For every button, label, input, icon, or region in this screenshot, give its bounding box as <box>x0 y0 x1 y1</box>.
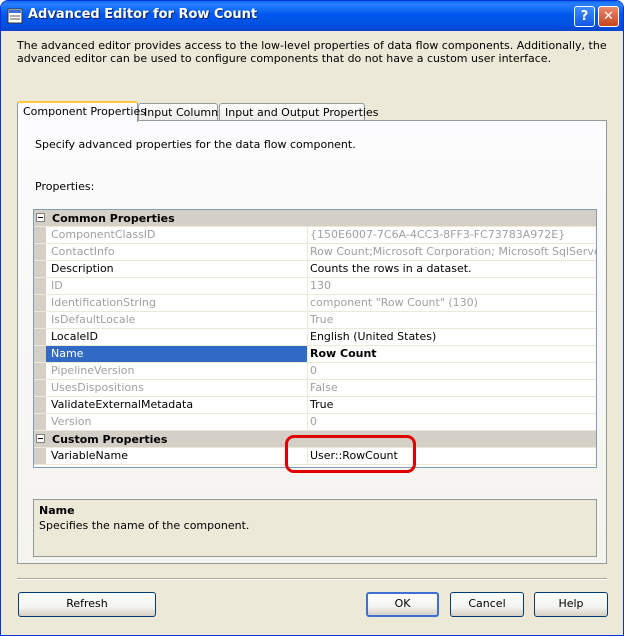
property-name: Name <box>46 346 308 362</box>
category-common-properties[interactable]: Common Properties <box>34 210 596 227</box>
panel-description: Specify advanced properties for the data… <box>35 138 356 151</box>
property-name: ID <box>46 278 308 294</box>
property-name: Description <box>46 261 308 277</box>
variable-name-highlight-annotation <box>285 435 416 473</box>
window-title: Advanced Editor for Row Count <box>28 7 258 22</box>
property-value[interactable]: Row Count <box>308 346 596 362</box>
row-gutter <box>34 278 46 294</box>
property-name: ContactInfo <box>46 244 308 260</box>
ok-button[interactable]: OK <box>366 592 439 617</box>
dataflow-component-icon <box>7 8 23 24</box>
property-row-pipelineversion[interactable]: PipelineVersion 0 <box>34 363 596 380</box>
properties-label: Properties: <box>35 180 95 193</box>
property-name: IdentificationString <box>46 295 308 311</box>
property-name: VariableName <box>46 448 308 464</box>
help-description: Specifies the name of the component. <box>39 519 250 532</box>
property-row-identificationstring[interactable]: IdentificationString component "Row Coun… <box>34 295 596 312</box>
close-icon: ✕ <box>603 9 614 24</box>
property-row-version[interactable]: Version 0 <box>34 414 596 431</box>
property-name: UsesDispositions <box>46 380 308 396</box>
collapse-minus-icon[interactable] <box>36 213 45 222</box>
property-name: PipelineVersion <box>46 363 308 379</box>
property-value[interactable]: English (United States) <box>308 329 596 345</box>
property-value: False <box>310 381 338 394</box>
property-name: Version <box>46 414 308 430</box>
tab-input-columns[interactable]: Input Columns <box>138 103 224 121</box>
property-value: 0 <box>310 364 317 377</box>
row-gutter <box>34 448 46 464</box>
property-row-description[interactable]: Description Counts the rows in a dataset… <box>34 261 596 278</box>
property-name: IsDefaultLocale <box>46 312 308 328</box>
advanced-editor-window: Advanced Editor for Row Count ? ✕ The ad… <box>0 0 624 636</box>
cancel-button[interactable]: Cancel <box>450 592 524 617</box>
row-gutter <box>34 397 46 413</box>
collapse-minus-icon[interactable] <box>36 434 45 443</box>
row-gutter <box>34 346 46 362</box>
property-value: {150E6007-7C6A-4CC3-8FF3-FC73783A972E} <box>310 228 566 241</box>
row-gutter <box>34 380 46 396</box>
property-help-box: Name Specifies the name of the component… <box>33 499 597 557</box>
help-title: Name <box>39 504 75 517</box>
property-row-localeid[interactable]: LocaleID English (United States) <box>34 329 596 346</box>
property-row-componentclassid[interactable]: ComponentClassID {150E6007-7C6A-4CC3-8FF… <box>34 227 596 244</box>
property-grid[interactable]: Common Properties ComponentClassID {150E… <box>33 209 597 468</box>
property-value[interactable]: Counts the rows in a dataset. <box>308 261 596 277</box>
title-bar[interactable]: Advanced Editor for Row Count ? ✕ <box>1 1 623 31</box>
property-value[interactable]: True <box>308 397 596 413</box>
tab-component-properties[interactable]: Component Properties <box>17 101 146 122</box>
property-row-name[interactable]: Name Row Count <box>34 346 596 363</box>
row-gutter <box>34 227 46 243</box>
button-separator <box>17 578 607 580</box>
row-gutter <box>34 414 46 430</box>
refresh-button[interactable]: Refresh <box>18 592 156 617</box>
row-gutter <box>34 261 46 277</box>
row-gutter <box>34 312 46 328</box>
property-value: 130 <box>310 279 331 292</box>
property-row-id[interactable]: ID 130 <box>34 278 596 295</box>
row-gutter <box>34 295 46 311</box>
component-properties-panel: Specify advanced properties for the data… <box>17 120 607 564</box>
tab-input-output-properties[interactable]: Input and Output Properties <box>219 103 378 121</box>
help-icon: ? <box>580 9 589 24</box>
property-row-validateexternalmetadata[interactable]: ValidateExternalMetadata True <box>34 397 596 414</box>
property-value: True <box>310 313 334 326</box>
property-value: 0 <box>310 415 317 428</box>
help-button[interactable]: Help <box>534 592 608 617</box>
property-row-usesdispositions[interactable]: UsesDispositions False <box>34 380 596 397</box>
title-close-button[interactable]: ✕ <box>598 6 619 27</box>
property-name: ValidateExternalMetadata <box>46 397 308 413</box>
row-gutter <box>34 329 46 345</box>
row-gutter <box>34 244 46 260</box>
property-name: ComponentClassID <box>46 227 308 243</box>
row-gutter <box>34 363 46 379</box>
category-label: Common Properties <box>52 212 175 225</box>
property-row-contactinfo[interactable]: ContactInfo Row Count;Microsoft Corporat… <box>34 244 596 261</box>
property-name: LocaleID <box>46 329 308 345</box>
property-row-isdefaultlocale[interactable]: IsDefaultLocale True <box>34 312 596 329</box>
intro-text: The advanced editor provides access to t… <box>17 39 607 65</box>
title-help-button[interactable]: ? <box>574 6 595 27</box>
property-value: Row Count;Microsoft Corporation; Microso… <box>310 245 596 258</box>
property-value: component "Row Count" (130) <box>310 296 478 309</box>
category-label: Custom Properties <box>52 433 168 446</box>
